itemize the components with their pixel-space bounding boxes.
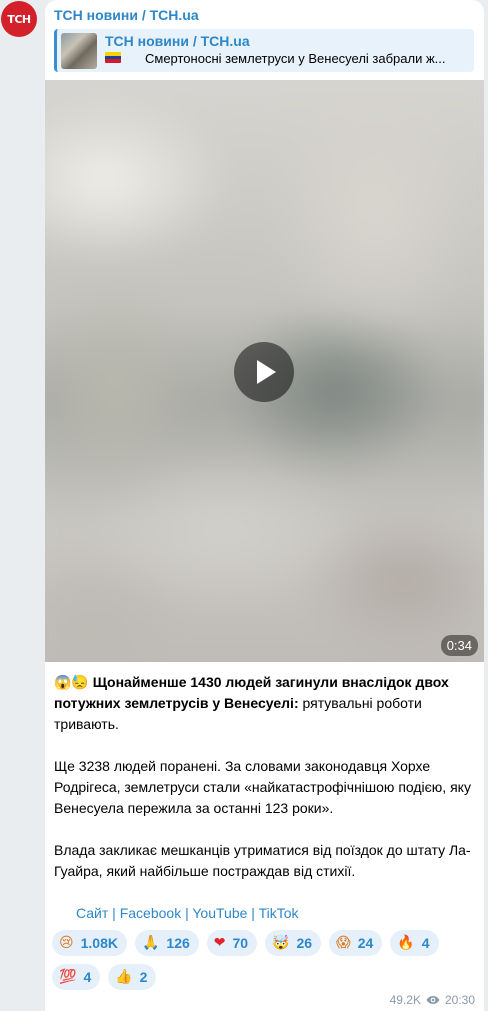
video-duration: 0:34 <box>440 635 478 656</box>
reply-title: ТСН новини / TCH.ua <box>105 33 250 49</box>
heart-icon: ❤ <box>213 935 226 951</box>
screaming-face-icon: 😱 <box>336 935 351 951</box>
reaction-count: 4 <box>421 935 430 951</box>
message-time: 20:30 <box>444 993 475 1007</box>
reaction-count: 70 <box>232 935 249 951</box>
message-paragraph-2: Ще 3238 людей поранені. За словами закон… <box>54 758 471 816</box>
reaction-mind-blown[interactable]: 🤯 26 <box>265 930 322 956</box>
reaction-count: 1.08K <box>80 935 118 951</box>
reaction-pray[interactable]: 🙏 126 <box>134 930 199 956</box>
reply-thumbnail <box>61 33 97 69</box>
reactions-bar: 😢 1.08K 🙏 126 ❤ 70 🤯 26 😱 24 🔥 4 💯 4 👍 2 <box>52 930 480 990</box>
crying-face-icon: 😢 <box>59 935 74 951</box>
message-meta: 49.2K 20:30 <box>390 993 475 1007</box>
message-paragraph-1: 😱😓 Щонайменше 1430 людей загинули внаслі… <box>54 672 478 735</box>
link-separator: | <box>181 905 193 921</box>
message-text: 😱😓 Щонайменше 1430 людей загинули внаслі… <box>54 672 478 924</box>
folded-hands-icon: 🙏 <box>141 935 160 951</box>
exploding-head-icon: 🤯 <box>272 935 290 951</box>
view-count: 49.2K <box>389 993 421 1007</box>
reaction-heart[interactable]: ❤ 70 <box>206 930 258 956</box>
hundred-points-icon: 💯 <box>59 969 77 985</box>
sender-name[interactable]: ТСН новини / TCH.ua <box>54 7 199 23</box>
link-youtube[interactable]: YouTube <box>192 905 247 921</box>
reaction-thumbs-up[interactable]: 👍 2 <box>108 964 157 990</box>
reaction-count: 2 <box>139 969 148 985</box>
reaction-count: 24 <box>357 935 374 951</box>
message-links: Сайт | Facebook | YouTube | TikTok <box>54 903 478 924</box>
reaction-count: 4 <box>83 969 92 985</box>
message-emojis: 😱😓 <box>54 674 89 690</box>
reply-preview[interactable]: ТСН новини / TCH.ua Смертоносні землетру… <box>54 29 474 72</box>
video-player[interactable]: 0:34 <box>45 80 484 662</box>
link-facebook[interactable]: Facebook <box>120 905 181 921</box>
channel-avatar[interactable]: ТСН <box>1 1 37 37</box>
play-icon <box>257 360 276 384</box>
link-separator: | <box>247 905 259 921</box>
link-site[interactable]: Сайт <box>76 905 108 921</box>
link-separator: | <box>108 905 120 921</box>
link-tiktok[interactable]: TikTok <box>259 905 299 921</box>
reaction-hundred[interactable]: 💯 4 <box>52 964 101 990</box>
reaction-crying[interactable]: 😢 1.08K <box>52 930 127 956</box>
reply-text: Смертоносні землетруси у Венесуелі забра… <box>145 51 446 66</box>
reaction-scream[interactable]: 😱 24 <box>329 930 383 956</box>
thumbs-up-icon: 👍 <box>115 969 133 985</box>
eye-icon <box>426 996 440 1004</box>
reaction-count: 126 <box>166 935 190 951</box>
reaction-fire[interactable]: 🔥 4 <box>390 930 439 956</box>
venezuela-flag-icon <box>105 52 121 63</box>
play-button[interactable] <box>234 342 294 402</box>
reaction-count: 26 <box>296 935 313 951</box>
fire-icon: 🔥 <box>397 935 415 951</box>
message-bubble: ТСН новини / TCH.ua ТСН новини / TCH.ua … <box>45 0 484 1011</box>
message-paragraph-3: Влада закликає мешканців утриматися від … <box>54 842 471 879</box>
